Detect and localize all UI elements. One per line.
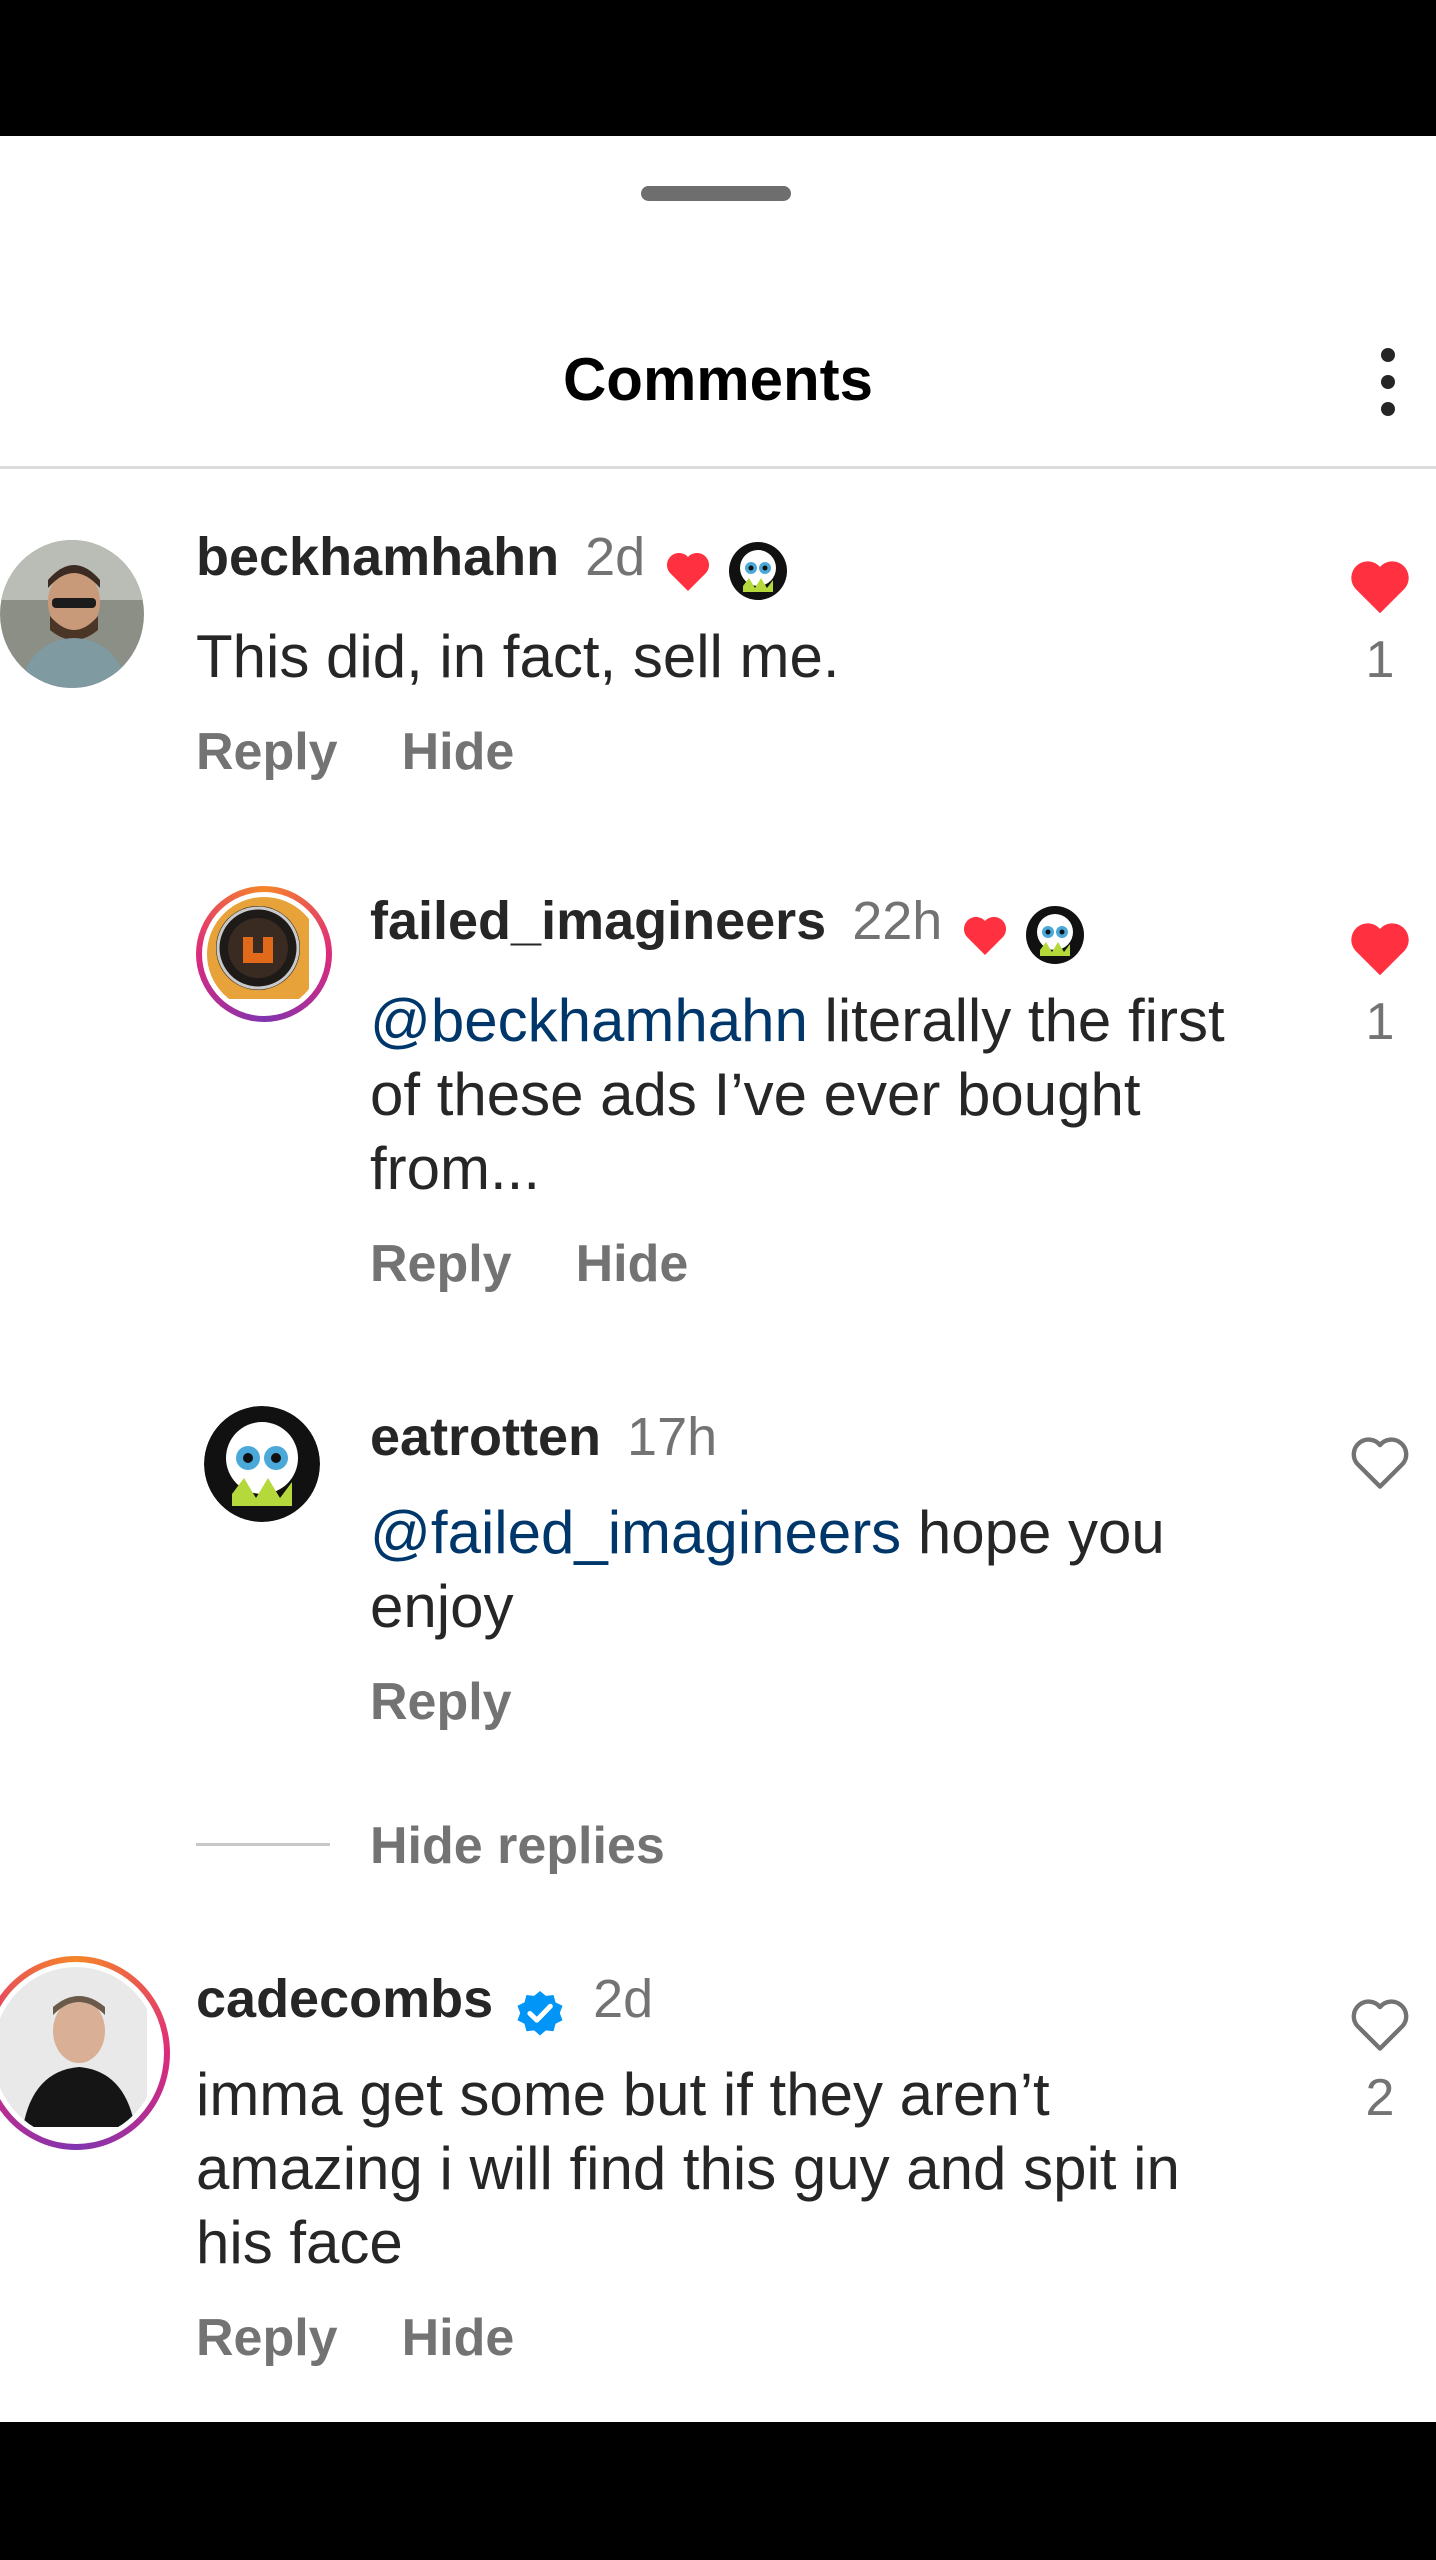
creator-heart-icon <box>964 916 1007 955</box>
reply-button[interactable]: Reply <box>370 1673 512 1731</box>
heart-outline-icon[interactable] <box>1347 1432 1413 1492</box>
drag-handle[interactable] <box>641 186 791 201</box>
creator-avatar-icon <box>729 541 788 600</box>
reply-button[interactable]: Reply <box>370 1235 512 1293</box>
like-count: 1 <box>1365 993 1395 1051</box>
comment-actions: Reply Hide <box>370 1234 752 1294</box>
avatar[interactable] <box>0 540 144 688</box>
creator-avatar-icon <box>1026 905 1085 964</box>
avatar[interactable] <box>196 886 332 1022</box>
like-count: 2 <box>1365 2069 1395 2127</box>
comment-time: 17h <box>627 1407 718 1467</box>
comment-text: This did, in fact, sell me. <box>196 623 840 690</box>
header-divider <box>0 466 1436 469</box>
reply-button[interactable]: Reply <box>196 723 338 781</box>
mention-link[interactable]: @failed_imagineers <box>370 1499 901 1566</box>
comment-text: @beckhamhahn literally the first of thes… <box>370 984 1225 1206</box>
comment-text-line: amazing i will find this guy and spit in <box>196 2135 1180 2202</box>
hide-button[interactable]: Hide <box>402 2309 515 2367</box>
comment-text-line: hope you <box>901 1499 1165 1566</box>
reply-button[interactable]: Reply <box>196 2309 338 2367</box>
like-control <box>1340 1432 1420 1492</box>
comment-time: 2d <box>585 527 646 587</box>
comment-time: 2d <box>593 1969 654 2029</box>
like-control: 2 <box>1340 1994 1420 2128</box>
like-control: 1 <box>1340 918 1420 1052</box>
comment-actions: Reply Hide <box>196 2308 578 2368</box>
more-vertical-icon[interactable] <box>1360 342 1416 422</box>
avatar[interactable] <box>204 1406 320 1522</box>
mention-link[interactable]: @beckhamhahn <box>370 987 808 1054</box>
hide-button[interactable]: Hide <box>576 1235 689 1293</box>
heart-filled-icon[interactable] <box>1347 556 1413 616</box>
hide-replies-button[interactable]: Hide replies <box>370 1816 665 1876</box>
comment-text-line: his face <box>196 2209 403 2276</box>
like-count: 1 <box>1365 631 1395 689</box>
comment-text-line: enjoy <box>370 1573 514 1640</box>
heart-outline-icon[interactable] <box>1347 1994 1413 2054</box>
comment-actions: Reply Hide <box>196 722 578 782</box>
system-nav-bar <box>0 2422 1436 2560</box>
hide-button[interactable]: Hide <box>402 723 515 781</box>
page-title: Comments <box>562 346 874 413</box>
verified-badge-icon <box>517 1990 563 2036</box>
comment-text-line: from... <box>370 1135 541 1202</box>
comment-text: imma get some but if they aren’t amazing… <box>196 2058 1180 2280</box>
comment-actions: Reply <box>370 1672 576 1732</box>
comment-text: @failed_imagineers hope you enjoy <box>370 1496 1165 1644</box>
comment-text-line: of these ads I’ve ever bought <box>370 1061 1141 1128</box>
heart-filled-icon[interactable] <box>1347 918 1413 978</box>
avatar[interactable] <box>0 1956 170 2150</box>
comment-time: 22h <box>852 891 943 951</box>
comment-text-line: imma get some but if they aren’t <box>196 2061 1050 2128</box>
comment-username[interactable]: eatrotten <box>370 1407 601 1467</box>
like-control: 1 <box>1340 556 1420 690</box>
replies-divider <box>196 1843 330 1846</box>
comment-header: eatrotten 17h <box>370 1406 717 1468</box>
comment-header: cadecombs 2d <box>196 1968 653 2040</box>
comment-text-line: literally the first <box>807 987 1225 1054</box>
comment-username[interactable]: failed_imagineers <box>370 891 826 951</box>
comment-username[interactable]: cadecombs <box>196 1969 493 2029</box>
creator-heart-icon <box>667 552 710 591</box>
comment-header: failed_imagineers 22h <box>370 890 1085 964</box>
status-bar <box>0 0 1436 136</box>
comment-username[interactable]: beckhamhahn <box>196 527 559 587</box>
comment-header: beckhamhahn 2d <box>196 526 788 600</box>
